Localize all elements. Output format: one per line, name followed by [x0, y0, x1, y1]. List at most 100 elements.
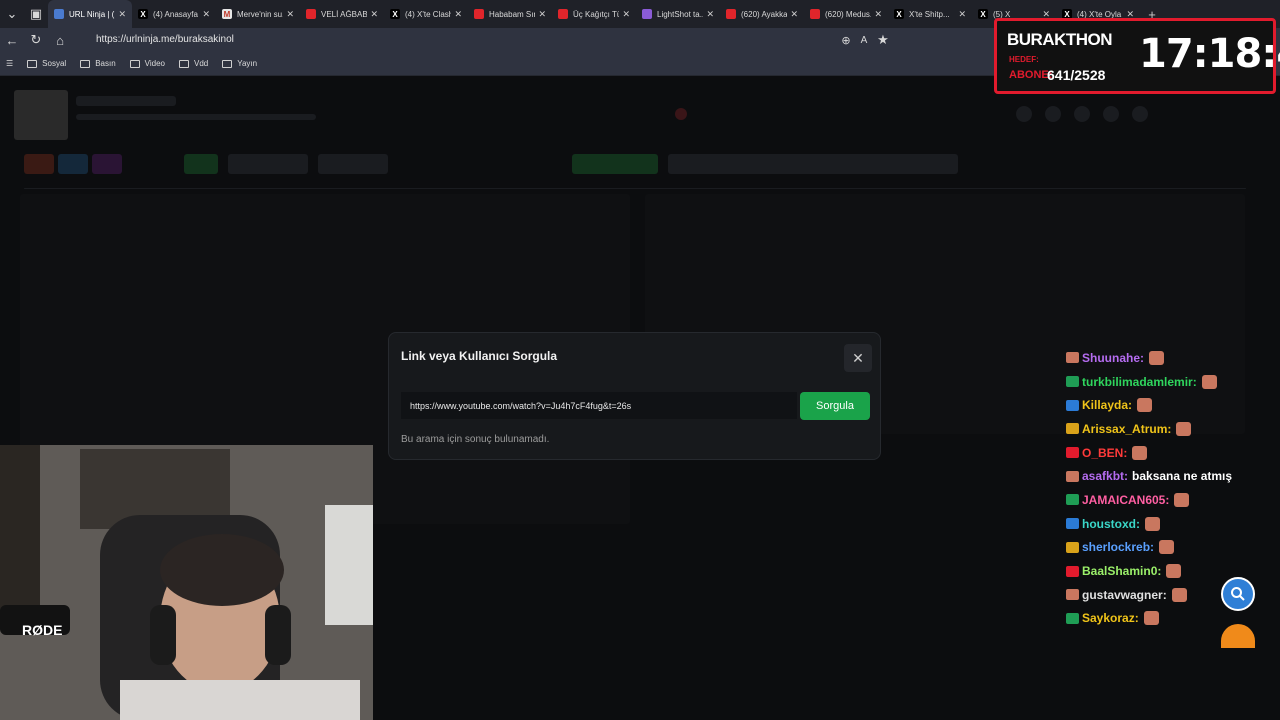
- refresh-icon[interactable]: ↻: [24, 28, 48, 52]
- browser-tab[interactable]: LightShot ta... ✕: [636, 0, 720, 28]
- browser-tab[interactable]: Üç Kağıtçı Tü...✕: [552, 0, 636, 28]
- tab-title: (620) Medus...: [825, 9, 872, 19]
- browser-tab[interactable]: (620) Ayakka...✕: [720, 0, 804, 28]
- bookmark-folder[interactable]: Sosyal: [27, 59, 66, 68]
- chat-emote-icon: [1137, 398, 1153, 413]
- bookmark-label: Yayın: [237, 59, 258, 68]
- tab-close-icon[interactable]: ✕: [370, 9, 378, 20]
- chat-badge-icon: [1066, 423, 1079, 435]
- home-icon[interactable]: ⌂: [48, 28, 72, 52]
- chat-username: Arissax_Atrum:: [1082, 421, 1172, 436]
- chat-username: sherlockreb:: [1082, 540, 1155, 555]
- tab-close-icon[interactable]: ✕: [118, 9, 126, 20]
- folder-icon: [178, 59, 189, 68]
- webcam-feed: RØDE: [0, 445, 373, 720]
- tab-title: X'te Shitp...: [909, 9, 950, 19]
- chat-username: gustavwagner:: [1082, 587, 1167, 602]
- tab-close-icon[interactable]: ✕: [706, 9, 714, 20]
- bookmark-label: Sosyal: [42, 59, 67, 68]
- filter-chip: [572, 154, 658, 174]
- bookmarks-toggle-icon[interactable]: ☰: [6, 59, 13, 68]
- browser-tab[interactable]: X (4) X'te Clash ✕: [384, 0, 468, 28]
- tab-close-icon[interactable]: ✕: [538, 9, 546, 20]
- query-modal: Link veya Kullanıcı Sorgula ✕ Sorgula Bu…: [388, 332, 881, 460]
- chat-text: baksana ne atmış: [1132, 469, 1233, 484]
- back-icon[interactable]: ←: [0, 28, 24, 52]
- bookmark-folder[interactable]: Vdd: [178, 59, 208, 68]
- chat-emote-icon: [1174, 492, 1190, 507]
- tab-close-icon[interactable]: ✕: [622, 9, 630, 20]
- chat-badge-icon: [1066, 447, 1079, 459]
- search-fab-button[interactable]: [1221, 577, 1255, 611]
- browser-tab[interactable]: Hababam Sın...✕: [468, 0, 552, 28]
- no-result-message: Bu arama için sonuç bulunamadı.: [401, 434, 550, 445]
- tab-close-icon[interactable]: ✕: [454, 9, 462, 20]
- query-button[interactable]: Sorgula: [800, 392, 870, 420]
- chat-message: sherlockreb:: [1066, 536, 1266, 560]
- chat-badge-icon: [1066, 399, 1079, 411]
- browser-tab[interactable]: X (4) Anasayfa ✕: [132, 0, 216, 28]
- bookmark-folder[interactable]: Yayın: [222, 59, 257, 68]
- tab-close-icon[interactable]: ✕: [286, 9, 294, 20]
- chat-message: Shuunahe:: [1066, 346, 1266, 370]
- folder-icon: [80, 59, 91, 68]
- overlay-channel-name: BURAKTHON: [1007, 30, 1113, 49]
- tab-close-icon[interactable]: ✕: [958, 9, 966, 20]
- tab-favicon-icon: X: [894, 9, 904, 19]
- tab-close-icon[interactable]: ✕: [790, 9, 798, 20]
- chat-emote-icon: [1145, 516, 1160, 531]
- close-icon: ✕: [852, 349, 864, 366]
- tab-favicon-icon: X: [978, 9, 988, 19]
- link-search-input[interactable]: [401, 392, 797, 419]
- browser-tab[interactable]: M Merve'nin su...✕: [216, 0, 300, 28]
- close-button[interactable]: ✕: [844, 344, 872, 372]
- workspaces-icon[interactable]: ▣: [24, 2, 48, 26]
- folder-icon: [129, 59, 140, 68]
- filter-chip: [58, 154, 88, 174]
- chat-emote-icon: [1171, 587, 1187, 602]
- chat-badge-icon: [1066, 352, 1079, 364]
- social-icon: [1132, 106, 1148, 122]
- url-field[interactable]: https://urlninja.me/buraksakinol: [82, 31, 894, 49]
- browser-tab[interactable]: URL Ninja | (1...✕: [48, 0, 132, 28]
- bookmark-folder[interactable]: Video: [129, 59, 165, 68]
- tab-favicon-icon: [54, 9, 64, 19]
- tab-favicon-icon: [474, 9, 484, 19]
- tab-close-icon[interactable]: ✕: [202, 9, 210, 20]
- tab-close-icon[interactable]: ✕: [874, 9, 882, 20]
- filter-chip: [184, 154, 218, 174]
- browser-tab[interactable]: VELİ AĞBABA✕: [300, 0, 384, 28]
- svg-text:RØDE: RØDE: [22, 622, 62, 638]
- bookmark-folder[interactable]: Basın: [80, 59, 116, 68]
- chat-emote-icon: [1143, 611, 1159, 626]
- tab-menu-chevron-icon[interactable]: ⌄: [0, 2, 24, 26]
- chat-badge-icon: [1066, 541, 1079, 553]
- tab-favicon-icon: [306, 9, 316, 19]
- chat-username: Shuunahe:: [1082, 350, 1144, 365]
- tab-favicon-icon: [558, 9, 568, 19]
- chat-message: O_BEN:: [1066, 441, 1266, 465]
- tab-favicon-icon: [642, 9, 652, 19]
- tab-title: Üç Kağıtçı Tü...: [573, 9, 620, 19]
- filter-chip: [318, 154, 388, 174]
- social-icon: [1074, 106, 1090, 122]
- favorite-star-icon[interactable]: ★: [871, 28, 895, 52]
- tab-favicon-icon: X: [138, 9, 148, 19]
- chat-message: Arissax_Atrum:: [1066, 417, 1266, 441]
- chat-username: O_BEN:: [1082, 445, 1128, 460]
- chat-emote-icon: [1132, 445, 1148, 460]
- chat-emote-icon: [1149, 350, 1164, 365]
- folder-icon: [27, 59, 38, 68]
- chat-username: JAMAICAN605:: [1082, 492, 1170, 507]
- chat-badge-icon: [1066, 565, 1079, 577]
- browser-tab[interactable]: X X'te Shitp... ✕: [888, 0, 972, 28]
- search-icon: [1231, 587, 1245, 601]
- overlay-sub-label: ABONE:: [1009, 69, 1053, 81]
- browser-tab[interactable]: (620) Medus... ✕: [804, 0, 888, 28]
- chat-username: Killayda:: [1082, 398, 1133, 413]
- chat-badge-icon: [1066, 376, 1079, 388]
- social-icon: [1045, 106, 1061, 122]
- overlay-target-label: HEDEF:: [1009, 55, 1039, 64]
- chat-username: Saykoraz:: [1082, 611, 1139, 626]
- tab-title: URL Ninja | (1...: [69, 9, 115, 19]
